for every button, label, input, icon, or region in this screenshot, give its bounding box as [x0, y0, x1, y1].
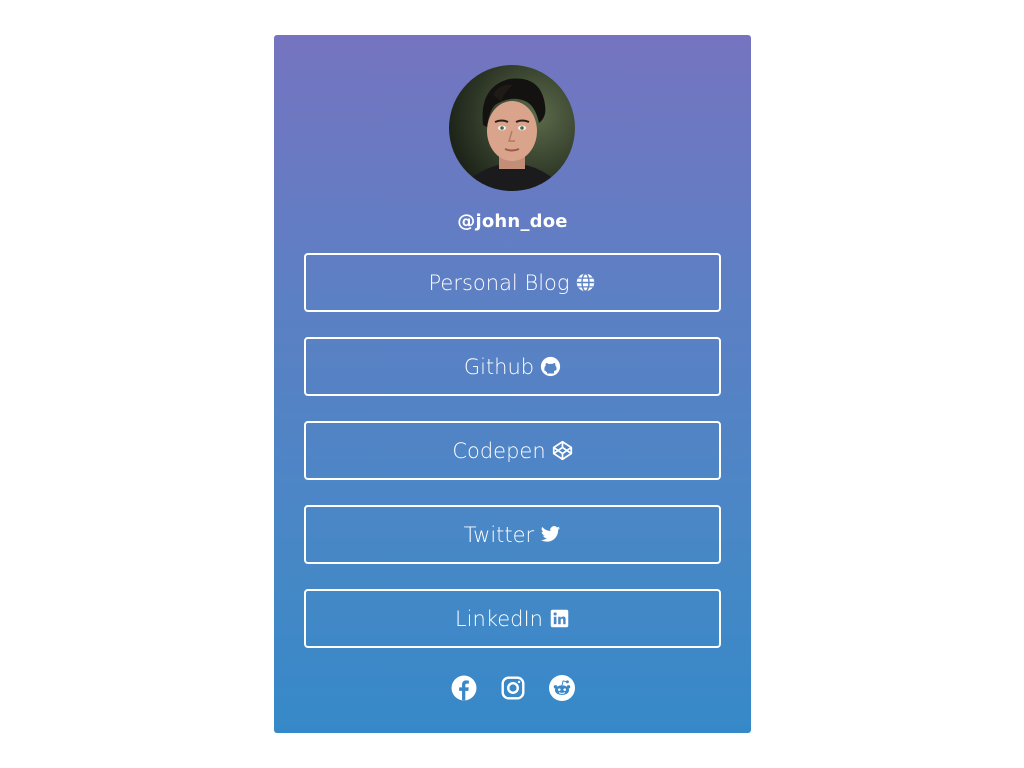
instagram-icon[interactable] [500, 675, 526, 701]
globe-icon [575, 272, 596, 293]
personal-blog-button[interactable]: Personal Blog [304, 253, 721, 312]
codepen-button[interactable]: Codepen [304, 421, 721, 480]
linkedin-label: LinkedIn [454, 606, 543, 631]
facebook-icon[interactable] [451, 675, 477, 701]
reddit-icon[interactable] [548, 675, 575, 701]
social-links [274, 675, 751, 701]
avatar [449, 65, 575, 191]
github-button[interactable]: Github [304, 337, 721, 396]
linkedin-button[interactable]: LinkedIn [304, 589, 721, 648]
codepen-label: Codepen [452, 438, 546, 463]
github-label: Github [463, 354, 535, 379]
linkedin-icon [549, 608, 570, 629]
personal-blog-label: Personal Blog [428, 270, 570, 295]
username: @john_doe [457, 211, 568, 232]
twitter-icon [540, 524, 561, 545]
github-icon [540, 356, 561, 377]
codepen-icon [552, 440, 573, 461]
profile-card: @john_doe Personal Blog Github Codepen T… [274, 35, 751, 733]
twitter-label: Twitter [463, 522, 535, 547]
twitter-button[interactable]: Twitter [304, 505, 721, 564]
